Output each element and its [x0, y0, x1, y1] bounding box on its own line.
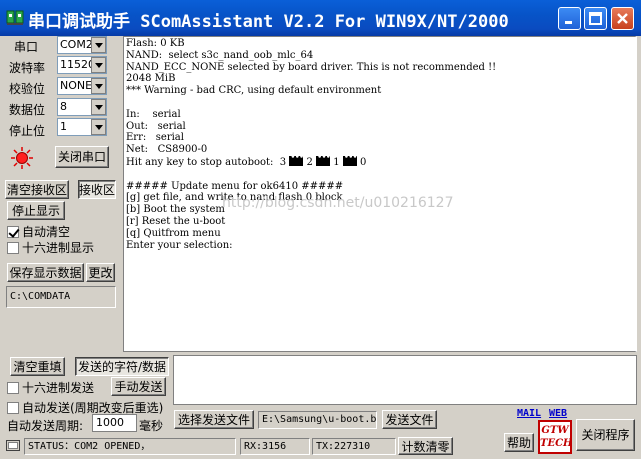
auto-period-input[interactable]: 1000	[92, 414, 137, 432]
close-port-button[interactable]: 关闭串口	[55, 146, 109, 168]
web-link[interactable]: WEB	[549, 408, 567, 419]
terminal-line: Net: CS8900-0	[126, 144, 208, 156]
receive-terminal[interactable]: Flash: 0 KB NAND: select s3c_nand_oob_ml…	[123, 36, 637, 352]
title-bar[interactable]: 串口调试助手 SComAssistant V2.2 For WIN9X/NT/2…	[0, 0, 641, 36]
terminal-line: Err: serial	[126, 132, 184, 144]
terminal-line: [r] Reset the u-boot	[126, 215, 226, 227]
countdown-digit: 1	[333, 156, 340, 168]
port-label: 串口	[14, 40, 39, 54]
receive-area-tab[interactable]: 接收区	[78, 180, 116, 199]
change-path-button[interactable]: 更改	[86, 263, 115, 282]
databits-label: 数据位	[9, 103, 46, 117]
countdown-digit: 0	[359, 156, 367, 168]
checkbox-checked-icon	[7, 226, 19, 238]
hex-display-checkbox[interactable]: 十六进制显示	[7, 239, 94, 256]
terminal-line: Hit any key to stop autoboot: 3	[126, 156, 290, 168]
databits-value: 8	[60, 100, 67, 113]
chevron-down-icon	[91, 119, 106, 135]
maximize-icon	[589, 12, 602, 25]
binary-char-block	[289, 153, 304, 166]
minimize-button[interactable]	[558, 7, 581, 30]
terminal-line: Out: serial	[126, 120, 186, 132]
hex-display-label: 十六进制显示	[22, 241, 95, 255]
binary-char-block	[342, 153, 357, 166]
port-value: COM2	[60, 38, 93, 51]
terminal-line: In: serial	[126, 108, 181, 120]
checkbox-unchecked-icon	[7, 402, 19, 414]
terminal-line: NAND_ECC_NONE selected by board driver. …	[126, 61, 497, 73]
parity-select[interactable]: NONE	[57, 77, 107, 95]
stopbits-label: 停止位	[9, 124, 46, 138]
ms-label: 毫秒	[139, 419, 164, 433]
save-display-data-button[interactable]: 保存显示数据	[7, 263, 84, 282]
terminal-line: *** Warning - bad CRC, using default env…	[126, 85, 382, 97]
exit-program-button[interactable]: 关闭程序	[576, 419, 635, 451]
reset-count-button[interactable]: 计数清零	[398, 437, 453, 455]
auto-period-label: 自动发送周期:	[7, 419, 84, 433]
port-status-indicator-icon	[11, 147, 33, 169]
save-path-field: C:\COMDATA	[6, 286, 116, 308]
auto-send-checkbox[interactable]: 自动发送(周期改变后重选)	[7, 399, 163, 416]
chevron-down-icon	[91, 37, 106, 53]
port-select[interactable]: COM2	[57, 36, 107, 54]
baud-value: 11520	[60, 58, 95, 71]
terminal-line: NAND: select s3c_nand_oob_mlc_64	[126, 49, 314, 61]
terminal-line: 2048 MiB	[126, 73, 176, 85]
checkbox-unchecked-icon	[7, 242, 19, 254]
minimize-icon	[565, 21, 572, 24]
baud-select[interactable]: 11520	[57, 56, 107, 74]
clear-receive-button[interactable]: 清空接收区	[5, 180, 69, 199]
status-icon	[6, 440, 20, 451]
countdown-digit: 2	[306, 156, 313, 168]
stopbits-value: 1	[60, 120, 67, 133]
chevron-down-icon	[91, 99, 106, 115]
select-send-file-button[interactable]: 选择发送文件	[174, 410, 254, 429]
auto-clear-label: 自动清空	[22, 225, 71, 239]
clear-refill-button[interactable]: 清空重填	[10, 357, 65, 376]
stop-display-button[interactable]: 停止显示	[7, 201, 65, 220]
chevron-down-icon	[91, 57, 106, 73]
auto-send-label: 自动发送(周期改变后重选)	[22, 401, 164, 415]
manual-send-button[interactable]: 手动发送	[111, 377, 166, 396]
terminal-output: Flash: 0 KB NAND: select s3c_nand_oob_ml…	[124, 37, 635, 252]
send-chars-tab[interactable]: 发送的字符/数据	[75, 357, 169, 376]
close-button[interactable]	[611, 7, 634, 30]
chevron-down-icon	[91, 78, 106, 94]
app-window: 串口调试助手 SComAssistant V2.2 For WIN9X/NT/2…	[0, 0, 641, 459]
app-icon	[6, 10, 24, 25]
checkbox-unchecked-icon	[7, 382, 19, 394]
send-file-button[interactable]: 发送文件	[382, 410, 437, 429]
terminal-line: Flash: 0 KB	[126, 38, 185, 49]
hex-send-label: 十六进制发送	[22, 381, 95, 395]
maximize-button[interactable]	[584, 7, 607, 30]
mail-link[interactable]: MAIL	[517, 408, 541, 419]
auto-clear-checkbox[interactable]: 自动清空	[7, 223, 70, 240]
tx-counter: TX:227310	[312, 438, 396, 455]
gtw-tech-logo: GTW TECH	[538, 420, 572, 454]
window-title: 串口调试助手 SComAssistant V2.2 For WIN9X/NT/2…	[28, 12, 509, 32]
terminal-line: [b] Boot the system	[126, 204, 225, 216]
watermark: http://blog.csdn.net/u010216127	[222, 195, 454, 211]
binary-char-block	[316, 153, 331, 166]
terminal-line: Enter your selection:	[126, 239, 233, 251]
terminal-line: [q] Quitfrom menu	[126, 227, 221, 239]
rx-counter: RX:3156	[240, 438, 310, 455]
baud-label: 波特率	[9, 61, 46, 75]
file-path-field: E:\Samsung\u-boot.b	[258, 411, 377, 429]
status-text: STATUS：COM2 OPENED，	[24, 438, 236, 455]
parity-value: NONE	[60, 79, 93, 92]
parity-label: 校验位	[9, 82, 46, 96]
databits-select[interactable]: 8	[57, 98, 107, 116]
send-input[interactable]	[173, 355, 637, 405]
help-button[interactable]: 帮助	[504, 433, 534, 452]
terminal-line: ##### Update menu for ok6410 #####	[126, 180, 344, 192]
hex-send-checkbox[interactable]: 十六进制发送	[7, 379, 94, 396]
close-icon	[617, 13, 628, 24]
stopbits-select[interactable]: 1	[57, 118, 107, 136]
